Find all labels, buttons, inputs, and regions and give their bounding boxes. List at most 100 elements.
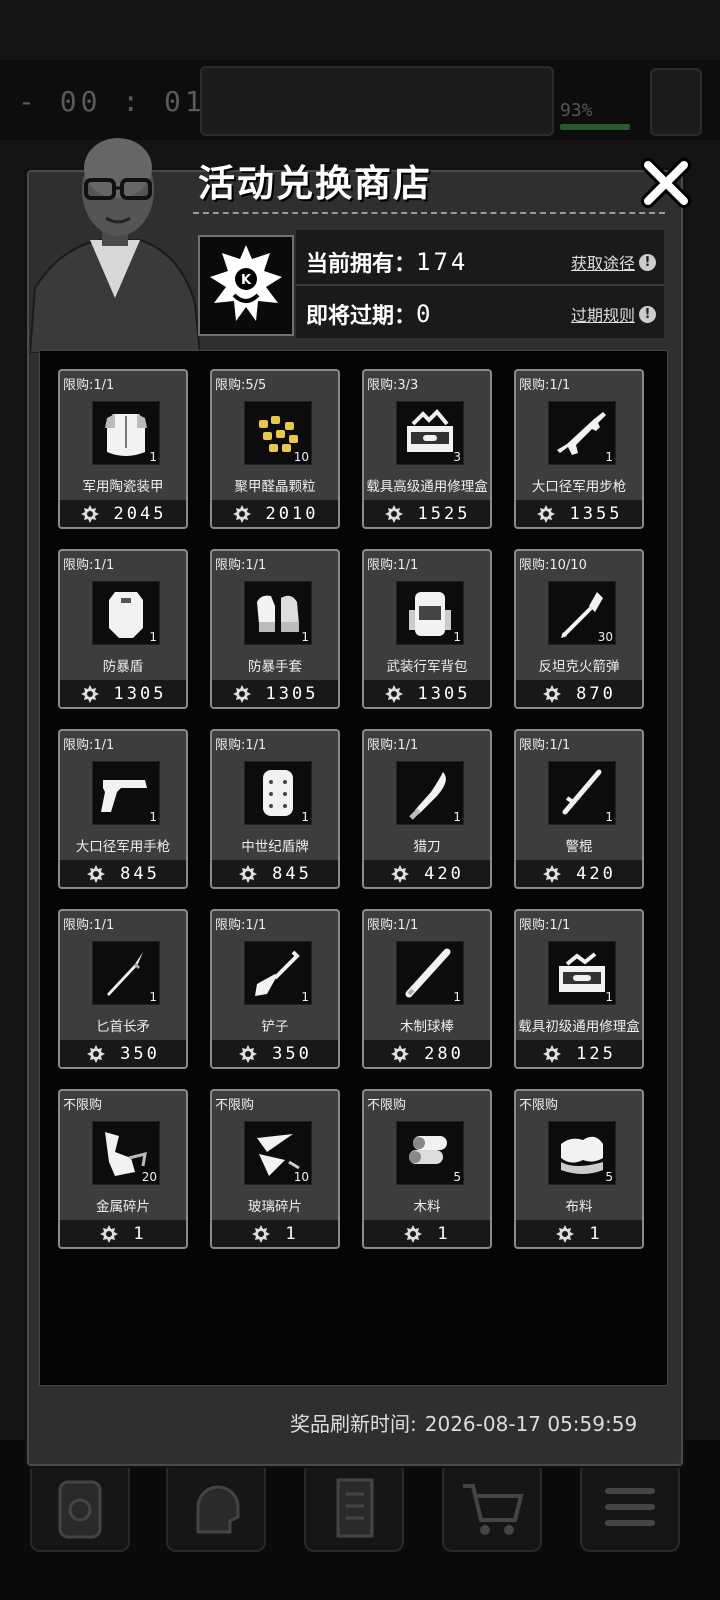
expire-rule-link[interactable]: 过期规则 ! — [571, 294, 656, 334]
owned-value: 174 — [416, 248, 469, 276]
item-quantity: 1 — [149, 990, 157, 1004]
item-price-bar: 1 — [364, 1220, 490, 1247]
token-icon — [542, 684, 576, 704]
owned-row: 当前拥有： 174 — [306, 242, 468, 282]
item-price: 870 — [576, 683, 616, 704]
item-name: 大口径军用步枪 — [531, 479, 627, 495]
item-price-bar: 845 — [60, 860, 186, 887]
purchase-limit: 限购:1/1 — [519, 918, 571, 933]
shop-item-card[interactable]: 限购:10/10 30 反坦克火箭弹 870 — [514, 549, 644, 709]
purchase-limit: 不限购 — [215, 1098, 255, 1113]
item-price: 350 — [120, 1043, 160, 1064]
token-icon — [232, 684, 266, 704]
item-name: 中世纪盾牌 — [241, 839, 309, 855]
token-icon — [536, 504, 570, 524]
item-quantity: 1 — [301, 990, 309, 1004]
shop-item-card[interactable]: 不限购 5 木料 1 — [362, 1089, 492, 1249]
shop-item-card[interactable]: 限购:1/1 1 防暴盾 1305 — [58, 549, 188, 709]
shop-item-card[interactable]: 限购:3/3 3 载具高级通用修理盒 1525 — [362, 369, 492, 529]
token-icon — [390, 1044, 424, 1064]
item-icon-box: 10 — [244, 401, 312, 465]
shop-item-card[interactable]: 限购:5/5 10 聚甲醛晶颗粒 2010 — [210, 369, 340, 529]
item-price: 2010 — [265, 503, 319, 524]
item-price: 1 — [133, 1223, 147, 1244]
item-price: 280 — [424, 1043, 464, 1064]
item-icon-box: 1 — [244, 761, 312, 825]
item-price: 845 — [120, 863, 160, 884]
shop-item-card[interactable]: 限购:1/1 1 警棍 420 — [514, 729, 644, 889]
close-icon[interactable] — [638, 155, 694, 211]
obtain-link[interactable]: 获取途径 ! — [571, 242, 656, 282]
item-icon-box: 1 — [396, 941, 464, 1005]
shop-item-card[interactable]: 限购:1/1 1 武装行军背包 1305 — [362, 549, 492, 709]
expire-rule-link-label: 过期规则 — [570, 306, 635, 325]
shop-item-card[interactable]: 限购:1/1 1 载具初级通用修理盒 125 — [514, 909, 644, 1069]
shop-item-card[interactable]: 限购:1/1 1 大口径军用步枪 1355 — [514, 369, 644, 529]
item-price: 1305 — [265, 683, 319, 704]
purchase-limit: 不限购 — [367, 1098, 407, 1113]
expiring-row: 即将过期： 0 — [306, 294, 433, 334]
item-price: 1305 — [417, 683, 471, 704]
item-price-bar: 1525 — [364, 500, 490, 527]
item-icon-box: 1 — [548, 401, 616, 465]
tab-tasks[interactable] — [304, 1462, 404, 1552]
purchase-limit: 限购:1/1 — [63, 378, 115, 393]
item-price: 420 — [576, 863, 616, 884]
shop-item-card[interactable]: 不限购 10 玻璃碎片 1 — [210, 1089, 340, 1249]
token-icon — [86, 864, 120, 884]
item-price-bar: 125 — [516, 1040, 642, 1067]
tab-skills[interactable] — [166, 1462, 266, 1552]
shop-item-card[interactable]: 不限购 20 金属碎片 1 — [58, 1089, 188, 1249]
item-price-bar: 1305 — [212, 680, 338, 707]
list-tab-icon — [336, 1478, 374, 1538]
shop-item-card[interactable]: 限购:1/1 1 中世纪盾牌 845 — [210, 729, 340, 889]
shop-item-card[interactable]: 不限购 5 布料 1 — [514, 1089, 644, 1249]
purchase-limit: 限购:1/1 — [215, 738, 267, 753]
token-icon — [384, 684, 418, 704]
item-quantity: 1 — [605, 810, 613, 824]
shop-item-card[interactable]: 限购:1/1 1 铲子 350 — [210, 909, 340, 1069]
background-side-slot — [650, 68, 702, 136]
item-icon-box: 30 — [548, 581, 616, 645]
shop-item-card[interactable]: 限购:1/1 1 匕首长矛 350 — [58, 909, 188, 1069]
item-icon-box: 10 — [244, 1121, 312, 1185]
menu-tab-icon — [605, 1488, 655, 1526]
tab-shop[interactable] — [442, 1462, 542, 1552]
item-name: 警棍 — [565, 839, 593, 855]
exclamation-icon: ! — [639, 305, 656, 323]
expiring-label: 即将过期： — [306, 304, 417, 329]
item-price-bar: 2010 — [212, 500, 338, 527]
shop-item-card[interactable]: 限购:1/1 1 军用陶瓷装甲 2045 — [58, 369, 188, 529]
item-icon-box: 1 — [92, 941, 160, 1005]
token-icon-box: K — [198, 235, 294, 336]
shop-item-card[interactable]: 限购:1/1 1 猎刀 420 — [362, 729, 492, 889]
purchase-limit: 限购:1/1 — [367, 738, 419, 753]
item-icon-box: 1 — [396, 581, 464, 645]
item-price-bar: 1305 — [60, 680, 186, 707]
backpack-tab-icon — [58, 1480, 102, 1539]
item-quantity: 1 — [301, 810, 309, 824]
token-icon — [86, 1044, 120, 1064]
purchase-limit: 限购:1/1 — [63, 558, 115, 573]
item-quantity: 1 — [453, 810, 461, 824]
token-icon — [384, 504, 418, 524]
token-icon — [403, 1224, 437, 1244]
item-name: 大口径军用手枪 — [75, 839, 171, 855]
tab-backpack[interactable] — [30, 1462, 130, 1552]
item-icon-box: 1 — [244, 941, 312, 1005]
item-name: 铲子 — [261, 1019, 289, 1035]
purchase-limit: 限购:1/1 — [63, 918, 115, 933]
shop-item-card[interactable]: 限购:1/1 1 木制球棒 280 — [362, 909, 492, 1069]
shop-item-card[interactable]: 限购:1/1 1 大口径军用手枪 845 — [58, 729, 188, 889]
purchase-limit: 限购:1/1 — [519, 738, 571, 753]
item-icon-box: 1 — [396, 761, 464, 825]
tab-menu[interactable] — [580, 1462, 680, 1552]
item-price: 1355 — [569, 503, 623, 524]
item-icon-box: 1 — [92, 401, 160, 465]
purchase-limit: 限购:1/1 — [519, 378, 571, 393]
item-icon-box: 1 — [92, 581, 160, 645]
svg-text:K: K — [241, 273, 252, 288]
item-name: 载具高级通用修理盒 — [366, 479, 488, 495]
item-name: 布料 — [565, 1199, 593, 1215]
shop-item-card[interactable]: 限购:1/1 1 防暴手套 1305 — [210, 549, 340, 709]
